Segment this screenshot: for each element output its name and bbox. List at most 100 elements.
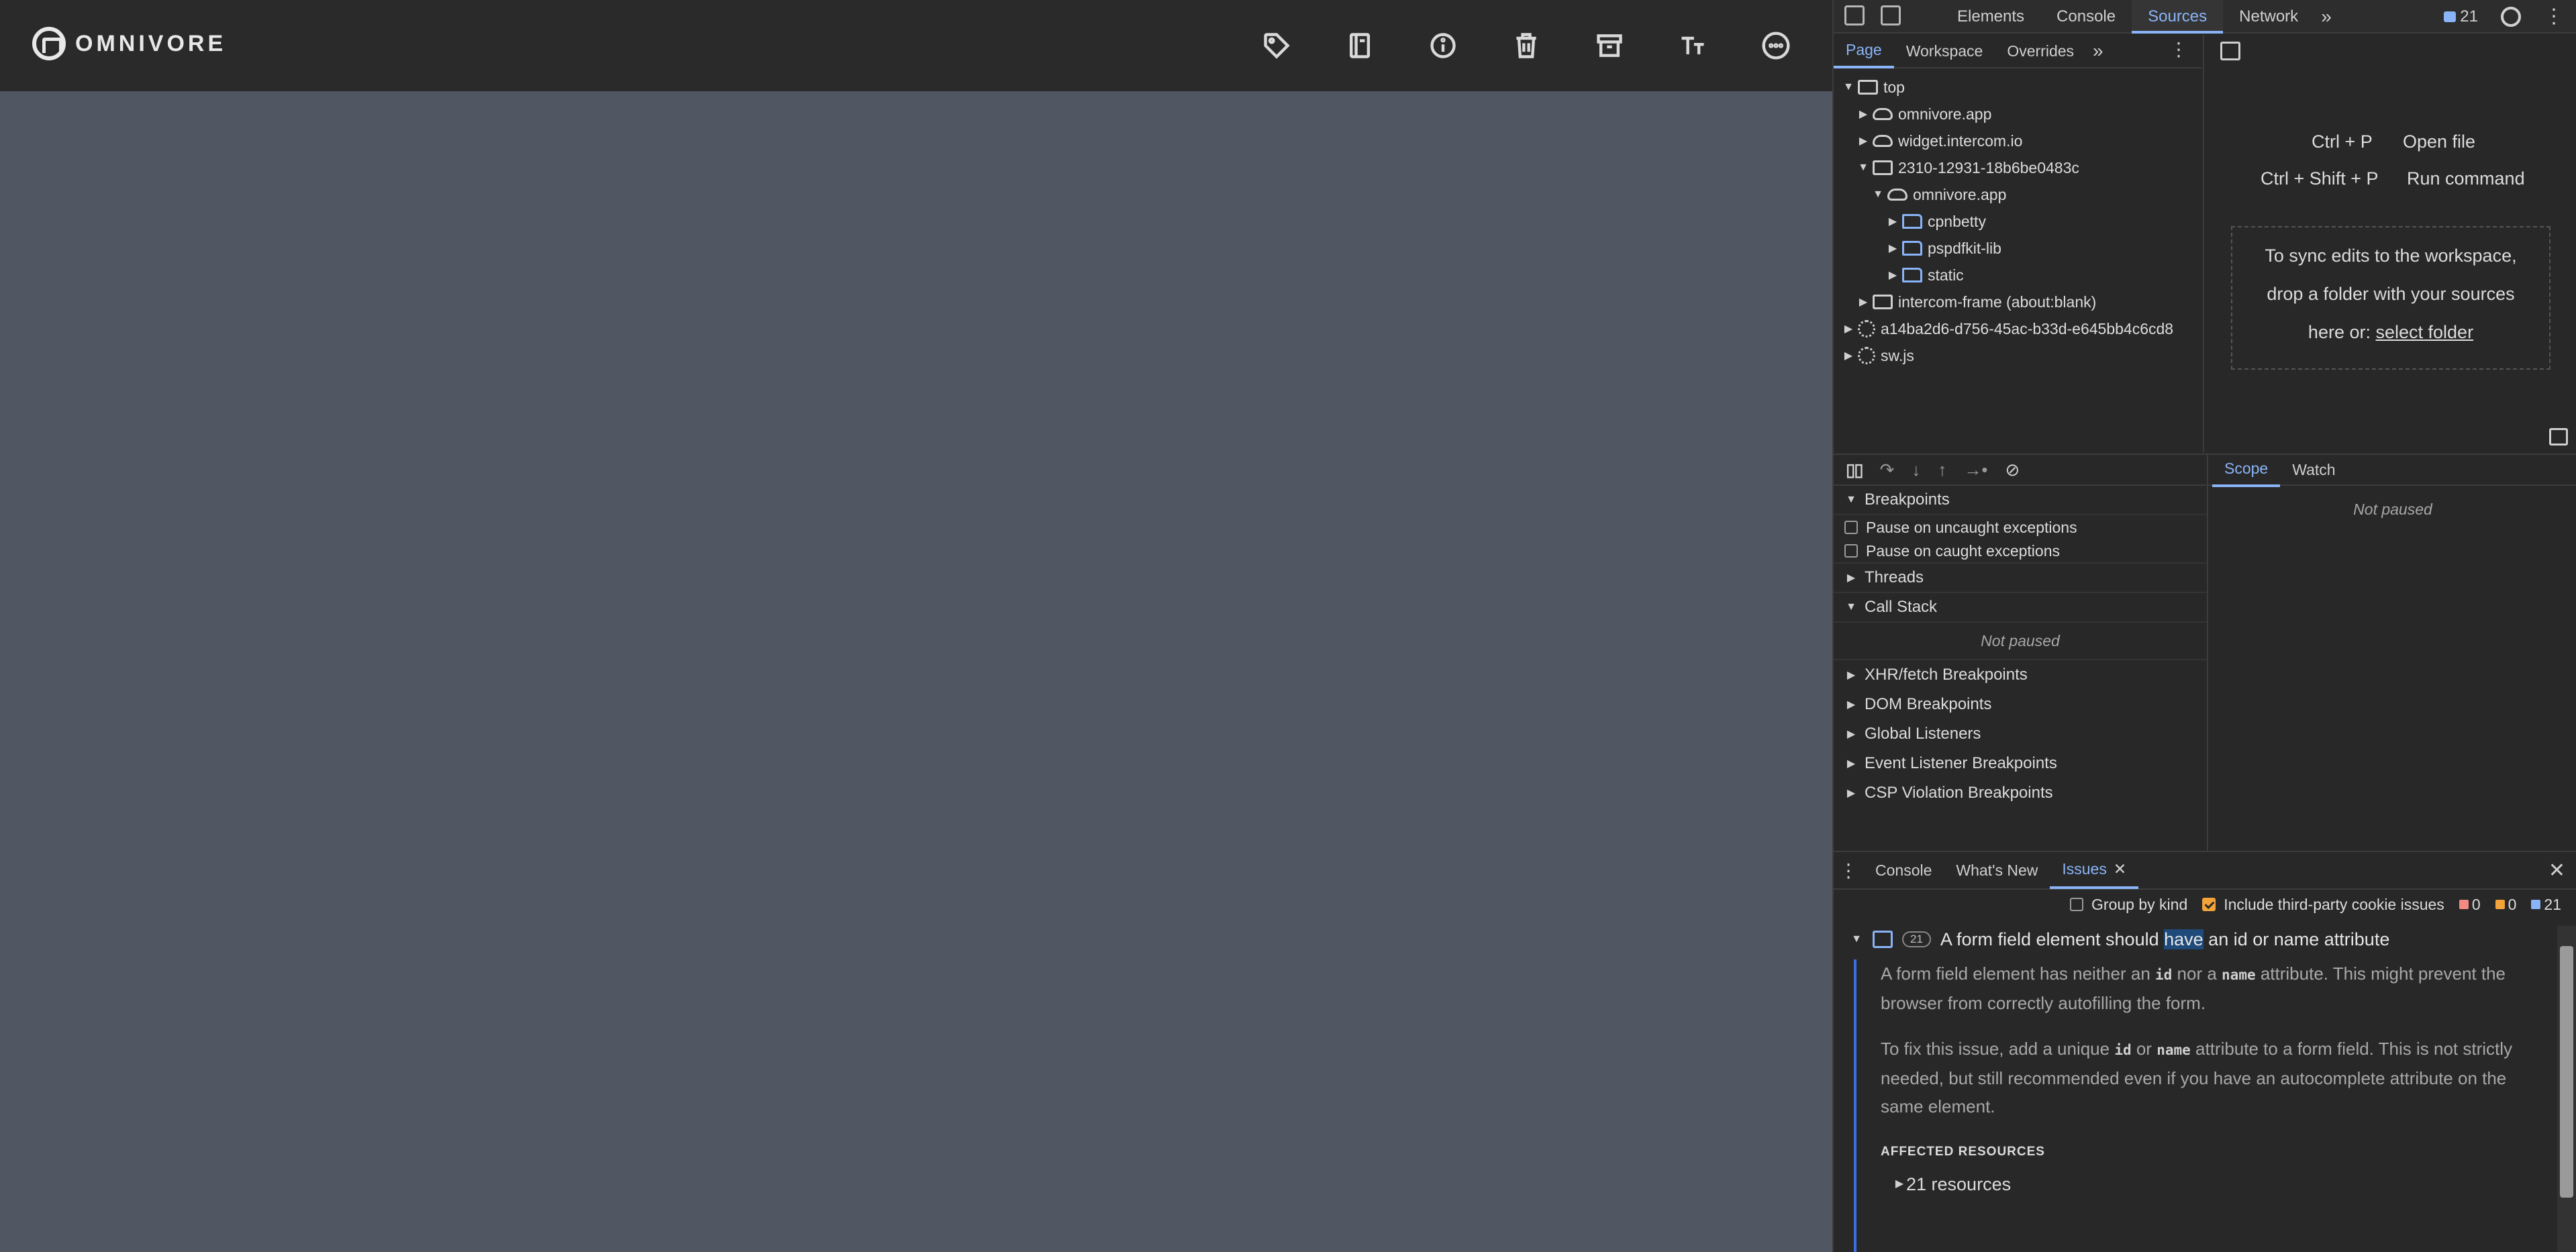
archive-button[interactable] xyxy=(1589,25,1630,66)
tab-network[interactable]: Network xyxy=(2223,0,2314,34)
settings-gear-icon[interactable] xyxy=(2501,7,2521,27)
breakpoint-section[interactable]: ▶ Event Listener Breakpoints xyxy=(1834,749,2207,778)
navigator-menu-icon[interactable]: ⋮ xyxy=(2169,40,2188,59)
trash-icon xyxy=(1516,33,1536,58)
step-icon[interactable]: →• xyxy=(1964,460,1987,480)
collapsed-triangle-icon[interactable]: ▶ xyxy=(1856,107,1870,121)
expanded-triangle-icon[interactable]: ▼ xyxy=(1856,162,1870,174)
tree-item[interactable]: ▼ top xyxy=(1834,74,2201,101)
workspace-drop-zone[interactable]: To sync edits to the workspace, drop a f… xyxy=(2231,226,2550,370)
step-into-icon[interactable]: ↓ xyxy=(1912,460,1920,480)
tree-item[interactable]: ▶ widget.intercom.io xyxy=(1834,127,2201,154)
deactivate-breakpoints-icon[interactable]: ⊘ xyxy=(2005,460,2020,480)
breakpoint-section[interactable]: ▶ XHR/fetch Breakpoints xyxy=(1834,660,2207,690)
pause-caught-row[interactable]: Pause on caught exceptions xyxy=(1834,539,2207,564)
pause-uncaught-row[interactable]: Pause on uncaught exceptions xyxy=(1834,515,2207,539)
issue-title-row[interactable]: ▼ 21 A form field element should have an… xyxy=(1850,925,2548,954)
third-party-row[interactable]: Include third-party cookie issues xyxy=(2202,892,2444,917)
omnivore-logo[interactable]: OMNIVORE xyxy=(32,27,226,60)
collapsed-triangle-icon[interactable]: ▶ xyxy=(1886,242,1899,255)
p2-code-name: name xyxy=(2157,1042,2191,1058)
collapsed-triangle-icon[interactable]: ▶ xyxy=(1842,349,1855,362)
tab-console[interactable]: Console xyxy=(2040,0,2132,34)
tree-item[interactable]: ▼ omnivore.app xyxy=(1834,181,2201,208)
tree-item[interactable]: ▶ omnivore.app xyxy=(1834,101,2201,127)
device-toolbar-icon[interactable] xyxy=(1881,5,1901,25)
toggle-debugger-icon[interactable] xyxy=(2549,428,2568,446)
tree-item[interactable]: ▶ sw.js xyxy=(1834,342,2201,369)
tree-item[interactable]: ▶ intercom-frame (about:blank) xyxy=(1834,289,2201,315)
pause-resume-icon[interactable]: ▯▯ xyxy=(1846,460,1864,480)
tree-item[interactable]: ▶ a14ba2d6-d756-45ac-b33d-e645bb4c6cd8 xyxy=(1834,315,2201,342)
more-tabs-chevron-icon[interactable]: » xyxy=(2314,0,2338,34)
drawer-tab-console[interactable]: Console xyxy=(1863,853,1944,888)
collapsed-triangle-icon[interactable]: ▶ xyxy=(1856,134,1870,148)
tab-scope[interactable]: Scope xyxy=(2212,452,2281,487)
threads-section[interactable]: ▶ Threads xyxy=(1834,564,2207,593)
p2-a: To fix this issue, add a unique xyxy=(1881,1039,2115,1059)
collapsed-triangle-icon[interactable]: ▶ xyxy=(1842,322,1855,335)
issues-badge[interactable]: 21 xyxy=(2444,7,2478,26)
select-folder-link[interactable]: select folder xyxy=(2375,322,2473,342)
sync-line-3: here or: select folder xyxy=(2232,313,2549,352)
issues-scrollbar[interactable] xyxy=(2557,926,2576,1252)
more-navigator-tabs-icon[interactable]: » xyxy=(2086,34,2110,68)
breakpoint-section[interactable]: ▶ Global Listeners xyxy=(1834,719,2207,749)
collapsed-triangle-icon[interactable]: ▶ xyxy=(1856,295,1870,309)
drawer-menu-icon[interactable]: ⋮ xyxy=(1834,859,1863,882)
breakpoint-section-label: CSP Violation Breakpoints xyxy=(1865,784,2053,802)
notebook-button[interactable] xyxy=(1340,25,1380,66)
collapsed-triangle-icon[interactable]: ▶ xyxy=(1886,268,1899,282)
tree-item[interactable]: ▶ cpnbetty xyxy=(1834,208,2201,235)
tab-watch[interactable]: Watch xyxy=(2280,454,2347,486)
pause-uncaught-label: Pause on uncaught exceptions xyxy=(1866,518,2077,536)
scrollbar-thumb[interactable] xyxy=(2560,946,2573,1198)
breakpoints-section[interactable]: ▼ Breakpoints xyxy=(1834,486,2207,515)
breakpoint-section[interactable]: ▶ DOM Breakpoints xyxy=(1834,690,2207,719)
resources-toggle[interactable]: ▶ 21 resources xyxy=(1893,1170,2548,1198)
tree-item[interactable]: ▼ 2310-12931-18b6be0483c xyxy=(1834,154,2201,181)
pause-uncaught-checkbox[interactable] xyxy=(1844,521,1858,534)
group-by-kind-checkbox[interactable] xyxy=(2070,898,2084,911)
text-size-button[interactable] xyxy=(1673,25,1713,66)
message-icon xyxy=(2444,11,2457,22)
collapsed-triangle-icon[interactable]: ▶ xyxy=(1886,215,1899,228)
tree-item[interactable]: ▶ static xyxy=(1834,262,2201,289)
close-tab-icon[interactable]: ✕ xyxy=(2114,860,2126,878)
frame-icon xyxy=(1858,80,1878,95)
more-options-button[interactable] xyxy=(1756,25,1796,66)
tab-elements[interactable]: Elements xyxy=(1941,0,2040,34)
sync-line-2: drop a folder with your sources xyxy=(2267,284,2515,304)
expanded-triangle-icon[interactable]: ▼ xyxy=(1871,189,1885,201)
tab-sources[interactable]: Sources xyxy=(2132,0,2224,34)
call-stack-section[interactable]: ▼ Call Stack xyxy=(1834,593,2207,623)
step-out-icon[interactable]: ↑ xyxy=(1938,460,1946,480)
expanded-triangle-icon[interactable]: ▼ xyxy=(1842,81,1855,93)
info-button[interactable] xyxy=(1423,25,1463,66)
close-drawer-icon[interactable]: ✕ xyxy=(2548,859,2565,882)
drawer-tab-whats-new[interactable]: What's New xyxy=(1944,853,2050,888)
drawer-tab-issues[interactable]: Issues ✕ xyxy=(2050,851,2139,889)
tab-workspace[interactable]: Workspace xyxy=(1894,35,1995,67)
cloud-icon xyxy=(1873,108,1893,120)
third-party-checkbox[interactable] xyxy=(2202,898,2216,911)
warning-flag-icon xyxy=(2495,900,2505,909)
tab-overrides[interactable]: Overrides xyxy=(1995,35,2086,67)
tag-button[interactable] xyxy=(1256,25,1297,66)
threads-label: Threads xyxy=(1865,568,1924,586)
tab-page[interactable]: Page xyxy=(1834,34,1894,68)
inspect-element-icon[interactable] xyxy=(1844,5,1865,25)
collapsed-triangle-icon: ▶ xyxy=(1846,758,1856,770)
delete-button[interactable] xyxy=(1506,25,1546,66)
breakpoint-section[interactable]: ▶ CSP Violation Breakpoints xyxy=(1834,778,2207,808)
pause-caught-checkbox[interactable] xyxy=(1844,544,1858,558)
tree-item-label: static xyxy=(1928,266,1964,284)
toggle-navigator-icon[interactable] xyxy=(2220,42,2240,60)
tree-item[interactable]: ▶ pspdfkit-lib xyxy=(1834,235,2201,262)
devtools-menu-icon[interactable]: ⋮ xyxy=(2544,7,2564,27)
tree-item-label: widget.intercom.io xyxy=(1898,132,2023,150)
archive-icon xyxy=(1597,34,1622,57)
affected-resources-heading: AFFECTED RESOURCES xyxy=(1881,1145,2045,1159)
step-over-icon[interactable]: ↷ xyxy=(1880,460,1895,480)
group-by-kind-row[interactable]: Group by kind xyxy=(2070,892,2187,917)
